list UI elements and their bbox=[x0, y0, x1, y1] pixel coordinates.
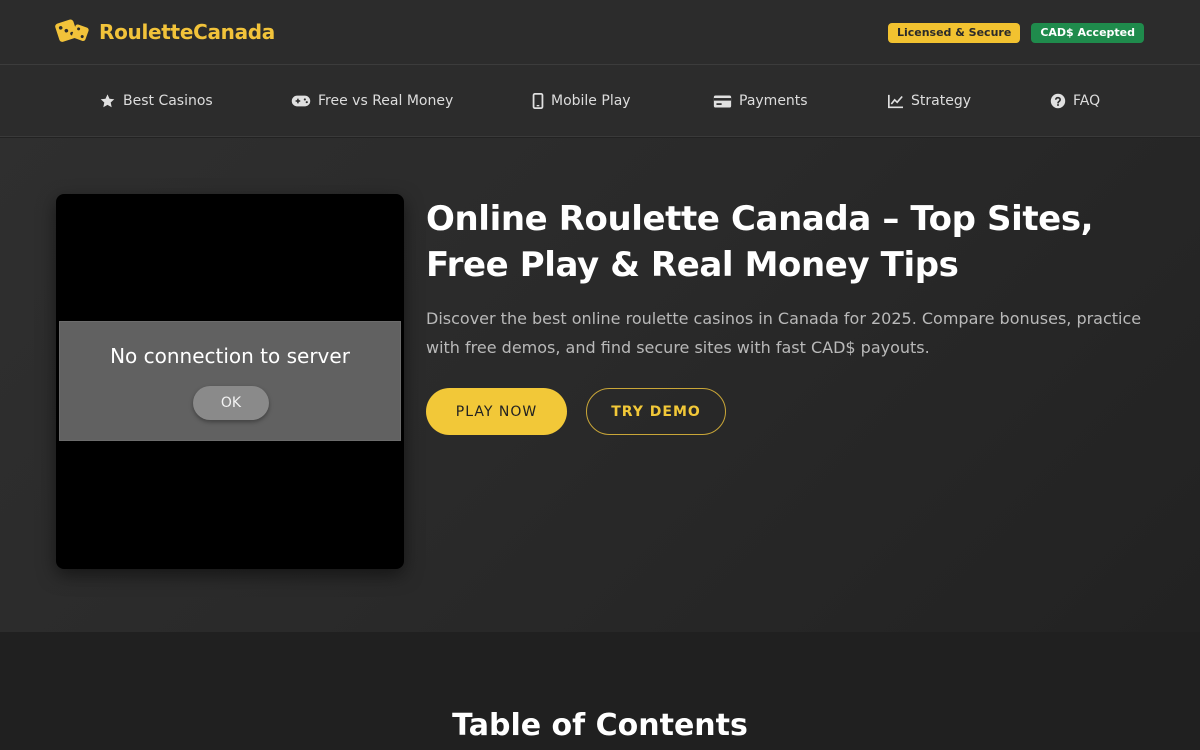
nav-item-label: Strategy bbox=[911, 93, 971, 109]
hero-description: Discover the best online roulette casino… bbox=[426, 309, 1142, 357]
table-of-contents-section: Table of Contents bbox=[0, 632, 1200, 750]
connection-error-dialog: No connection to server OK bbox=[59, 321, 401, 441]
roulette-game-player[interactable]: No connection to server OK bbox=[56, 194, 404, 569]
site-header: RouletteCanada Licensed & Secure CAD$ Ac… bbox=[0, 0, 1200, 65]
question-circle-icon bbox=[1050, 93, 1066, 109]
hero-section: No connection to server OK Online Roulet… bbox=[0, 138, 1200, 632]
toc-title: Table of Contents bbox=[452, 708, 748, 743]
nav-item-faq[interactable]: FAQ bbox=[1050, 91, 1100, 111]
main-nav: Best Casinos Free vs Real Money Mobile P… bbox=[0, 65, 1200, 137]
nav-item-best-casinos[interactable]: Best Casinos bbox=[99, 91, 213, 111]
nav-item-strategy[interactable]: Strategy bbox=[887, 91, 971, 111]
dice-icon bbox=[55, 19, 89, 42]
nav-item-label: Mobile Play bbox=[551, 93, 631, 109]
star-icon bbox=[100, 94, 115, 108]
header-badges: Licensed & Secure CAD$ Accepted bbox=[887, 23, 1144, 43]
licensed-badge: Licensed & Secure bbox=[887, 23, 1021, 43]
nav-item-payments[interactable]: Payments bbox=[713, 91, 808, 111]
nav-item-mobile-play[interactable]: Mobile Play bbox=[532, 91, 631, 111]
chart-line-icon bbox=[888, 94, 903, 108]
cad-accepted-badge: CAD$ Accepted bbox=[1031, 23, 1144, 43]
mobile-icon bbox=[532, 93, 544, 109]
dialog-message: No connection to server bbox=[110, 344, 350, 368]
gamepad-icon bbox=[291, 95, 311, 107]
play-now-button[interactable]: PLAY NOW bbox=[426, 388, 567, 435]
nav-item-label: Best Casinos bbox=[123, 93, 213, 109]
site-logo[interactable]: RouletteCanada bbox=[55, 17, 275, 47]
nav-item-label: Payments bbox=[739, 93, 808, 109]
logo-text: RouletteCanada bbox=[99, 20, 276, 44]
try-demo-button[interactable]: TRY DEMO bbox=[586, 388, 726, 435]
credit-card-icon bbox=[713, 94, 732, 108]
page-title: Online Roulette Canada – Top Sites, Free… bbox=[426, 199, 1094, 285]
nav-item-free-vs-real-money[interactable]: Free vs Real Money bbox=[291, 91, 453, 111]
nav-item-label: Free vs Real Money bbox=[318, 93, 454, 109]
dialog-ok-button[interactable]: OK bbox=[193, 386, 269, 420]
nav-item-label: FAQ bbox=[1073, 93, 1101, 109]
